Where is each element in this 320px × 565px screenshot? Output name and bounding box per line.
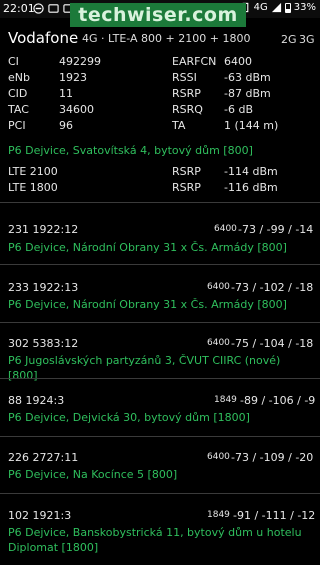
earfcn-label: EARFCN <box>172 55 217 68</box>
divider <box>0 378 320 379</box>
neighbor-id: 88 1924:3 <box>8 394 65 407</box>
operator-header: Vodafone 4G · LTE-A 800 + 2100 + 1800 2G… <box>0 18 320 50</box>
neighbor-id: 231 1922:12 <box>8 223 79 236</box>
operator-name: Vodafone <box>8 29 79 47</box>
ci-value: 492299 <box>59 55 101 68</box>
earfcn-value: 6400 <box>224 55 252 68</box>
divider <box>0 264 320 265</box>
neighbor-earfcn: 6400 <box>207 282 230 292</box>
cid-value: 11 <box>59 87 73 100</box>
carrier-rsrp-label: RSRP <box>172 181 201 194</box>
neighbor-signal: -75 / -104 / -18 <box>231 337 314 350</box>
ci-label: CI <box>8 55 19 68</box>
rssi-value: -63 dBm <box>224 71 271 84</box>
signal-icon <box>271 2 281 13</box>
tac-label: TAC <box>8 103 29 116</box>
carrier-rsrp-value: -116 dBm <box>224 181 278 194</box>
mode-2g-button[interactable]: 2G <box>281 33 297 46</box>
rsrq-value: -6 dB <box>224 103 253 116</box>
battery-level: 33% <box>293 2 316 13</box>
neighbor-signal: -73 / -109 / -20 <box>231 451 314 464</box>
rsrp-value: -87 dBm <box>224 87 271 100</box>
neighbor-id: 226 2727:11 <box>8 451 79 464</box>
rsrp-label: RSRP <box>172 87 201 100</box>
neighbor-signal: -73 / -102 / -18 <box>231 281 314 294</box>
pci-value: 96 <box>59 119 73 132</box>
neighbor-earfcn: 1849 <box>214 395 237 405</box>
network-type: 4G <box>253 2 268 13</box>
divider <box>0 436 320 437</box>
neighbor-id: 102 1921:3 <box>8 509 72 522</box>
carrier-band: LTE 1800 <box>8 181 58 194</box>
enb-label: eNb <box>8 71 30 84</box>
neighbor-id: 302 5383:12 <box>8 337 79 350</box>
neighbor-signal: -89 / -106 / -9 <box>240 394 316 407</box>
notification-icon <box>48 4 59 13</box>
rssi-label: RSSI <box>172 71 197 84</box>
status-right: 4G 33% <box>240 2 316 13</box>
neighbor-earfcn: 6400 <box>214 224 237 234</box>
do-not-disturb-icon <box>33 3 44 14</box>
neighbor-signal: -73 / -99 / -14 <box>238 223 314 236</box>
pci-label: PCI <box>8 119 26 132</box>
ta-value: 1 (144 m) <box>224 119 279 132</box>
neighbor-earfcn: 1849 <box>207 510 230 520</box>
status-time: 22:01 <box>3 2 35 15</box>
neighbor-earfcn: 6400 <box>207 452 230 462</box>
battery-icon <box>284 2 291 13</box>
enb-value: 1923 <box>59 71 87 84</box>
neighbor-location: P6 Dejvice, Na Kocínce 5 [800] <box>8 468 178 481</box>
neighbor-earfcn: 6400 <box>207 338 230 348</box>
serving-cell-location[interactable]: P6 Dejvice, Svatovítská 4, bytový dům [8… <box>8 144 253 157</box>
neighbor-id: 233 1922:13 <box>8 281 79 294</box>
cid-label: CID <box>8 87 28 100</box>
neighbor-location: P6 Dejvice, Dejvická 30, bytový dům [180… <box>8 411 250 424</box>
divider <box>0 202 320 203</box>
carrier-rsrp-value: -114 dBm <box>224 165 278 178</box>
divider <box>0 493 320 494</box>
divider <box>0 322 320 323</box>
neighbor-location: P6 Dejvice, Národní Obrany 31 x Čs. Armá… <box>8 298 287 311</box>
mode-3g-button[interactable]: 3G <box>299 33 315 46</box>
neighbor-signal: -91 / -111 / -12 <box>233 509 316 522</box>
ta-label: TA <box>172 119 186 132</box>
network-technology: 4G · LTE-A 800 + 2100 + 1800 <box>82 32 251 45</box>
neighbor-location: P6 Dejvice, Národní Obrany 31 x Čs. Armá… <box>8 241 287 254</box>
tac-value: 34600 <box>59 103 94 116</box>
carrier-band: LTE 2100 <box>8 165 58 178</box>
carrier-rsrp-label: RSRP <box>172 165 201 178</box>
rsrq-label: RSRQ <box>172 103 203 116</box>
neighbor-location: P6 Dejvice, Banskobystrická 11, bytový d… <box>8 526 302 554</box>
